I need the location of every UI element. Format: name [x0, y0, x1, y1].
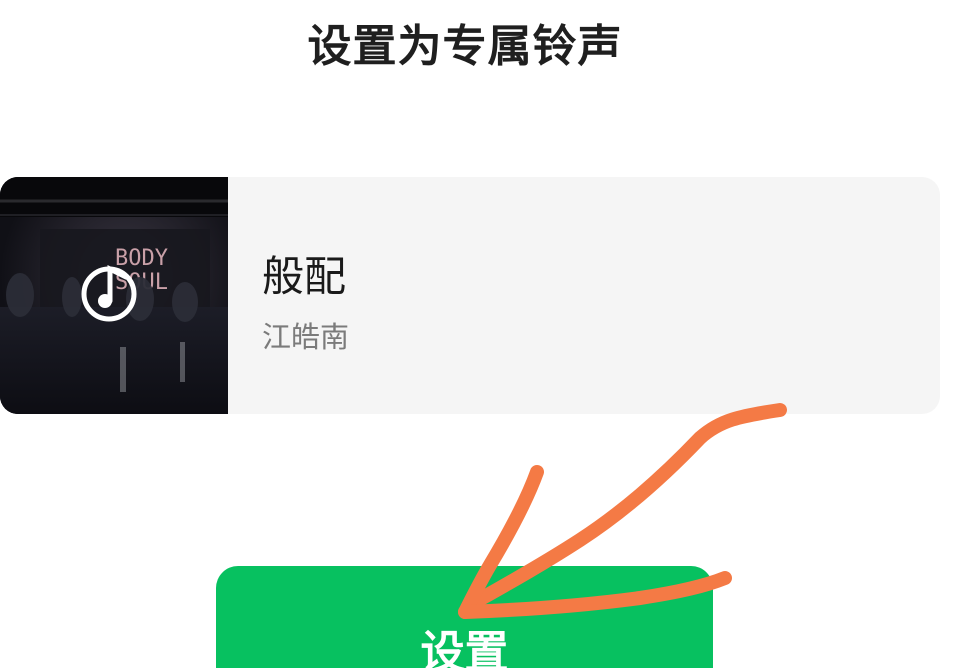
album-cover-image: BODY SOUL — [0, 177, 228, 414]
song-artist: 江皓南 — [262, 320, 350, 354]
cover-text-1: BODY — [115, 246, 168, 271]
set-ringtone-button[interactable]: 设置 — [216, 566, 713, 668]
song-title: 般配 — [262, 252, 347, 301]
album-cover: BODY SOUL — [0, 177, 228, 414]
song-card[interactable]: BODY SOUL — [0, 177, 940, 414]
ringtone-page: 设置为专属铃声 BODY 般配 江皓南 设置 — [0, 0, 974, 668]
page-title: 设置为专属铃声 — [307, 21, 623, 72]
